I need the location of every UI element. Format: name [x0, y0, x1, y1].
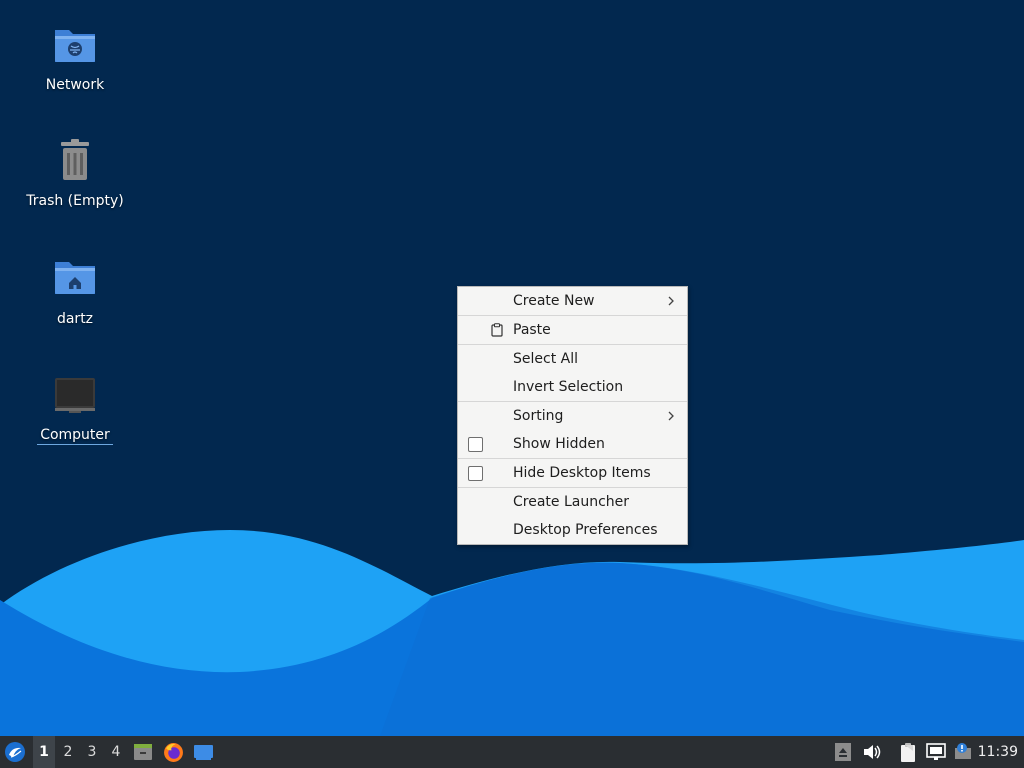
desktop-icon-label: Network	[45, 77, 105, 93]
desktop-icon-computer[interactable]: Computer	[20, 372, 130, 445]
menu-item-select-all[interactable]: Select All	[458, 345, 687, 373]
update-notifier-icon	[955, 743, 971, 759]
clipboard-icon	[901, 743, 915, 762]
volume-button[interactable]	[862, 736, 884, 768]
menu-item-paste[interactable]: Paste	[458, 316, 687, 344]
home-folder-icon	[55, 262, 95, 294]
firefox-launcher[interactable]	[163, 736, 185, 768]
clock[interactable]: 11:39	[972, 736, 1018, 768]
hide-desktop-items-checkbox[interactable]	[468, 466, 483, 481]
menu-item-label: Select All	[513, 351, 578, 367]
menu-item-label: Create Launcher	[513, 494, 630, 510]
network-folder-icon	[55, 30, 95, 62]
workspace-2[interactable]: 2	[57, 736, 79, 768]
menu-item-show-hidden[interactable]: Show Hidden	[458, 430, 687, 458]
desktop-icon-label: Computer	[37, 426, 113, 445]
lubuntu-logo-icon	[5, 742, 25, 762]
firefox-icon	[164, 743, 183, 762]
menu-item-sorting[interactable]: Sorting	[458, 402, 687, 430]
menu-item-label: Desktop Preferences	[513, 522, 658, 538]
show-desktop-icon	[194, 745, 213, 760]
menu-item-label: Invert Selection	[513, 379, 624, 395]
clipboard-button[interactable]	[898, 736, 920, 768]
eject-button[interactable]	[834, 736, 854, 768]
taskbar: 1 2 3 4 11:39	[0, 736, 1024, 768]
network-icon	[926, 743, 946, 760]
desktop-icon-network[interactable]: Network	[20, 22, 130, 94]
start-menu-button[interactable]	[4, 736, 28, 768]
computer-icon	[55, 378, 95, 413]
desktop-context-menu: Create New Paste Select All Invert Selec…	[457, 286, 688, 545]
desktop-icon-trash[interactable]: Trash (Empty)	[20, 138, 130, 210]
file-manager-launcher[interactable]	[133, 736, 155, 768]
chevron-right-icon	[668, 411, 674, 421]
menu-item-label: Paste	[513, 322, 551, 338]
menu-item-label: Show Hidden	[513, 436, 605, 452]
menu-item-invert-selection[interactable]: Invert Selection	[458, 373, 687, 401]
trash-icon	[61, 139, 89, 180]
chevron-right-icon	[668, 296, 674, 306]
desktop-icon-label: dartz	[56, 311, 94, 327]
workspace-3[interactable]: 3	[81, 736, 103, 768]
workspace-4[interactable]: 4	[105, 736, 127, 768]
network-button[interactable]	[926, 736, 948, 768]
menu-item-desktop-preferences[interactable]: Desktop Preferences	[458, 516, 687, 544]
workspace-1[interactable]: 1	[33, 736, 55, 768]
menu-item-label: Sorting	[513, 408, 564, 424]
menu-item-label: Create New	[513, 293, 595, 309]
show-desktop-button[interactable]	[193, 736, 215, 768]
volume-icon	[864, 745, 881, 759]
menu-item-create-new[interactable]: Create New	[458, 287, 687, 315]
menu-item-create-launcher[interactable]: Create Launcher	[458, 488, 687, 516]
desktop-icon-label: Trash (Empty)	[26, 193, 124, 209]
desktop-icon-home[interactable]: dartz	[20, 256, 130, 328]
eject-icon	[835, 743, 851, 761]
menu-item-hide-desktop-items[interactable]: Hide Desktop Items	[458, 459, 687, 487]
file-manager-icon	[134, 744, 152, 760]
menu-item-label: Hide Desktop Items	[513, 465, 651, 481]
paste-icon	[491, 323, 503, 337]
show-hidden-checkbox[interactable]	[468, 437, 483, 452]
desktop[interactable]: Network Trash (Empty) dartz Computer Cre…	[0, 0, 1024, 736]
